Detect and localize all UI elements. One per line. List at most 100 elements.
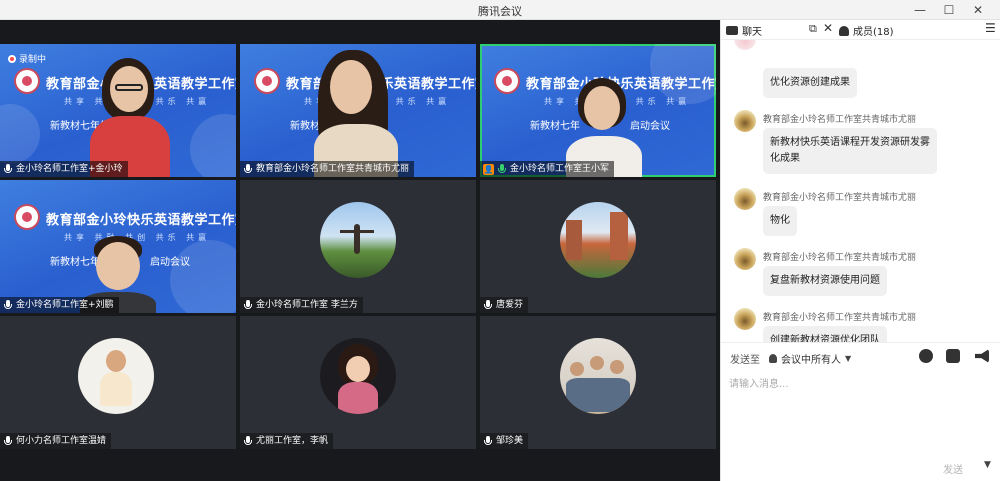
message-bubble: 新教材快乐英语课程开发资源研发雾 化成果 [763,128,937,174]
message-line: 新教材快乐英语课程开发资源研发雾 [770,137,930,148]
banner-subtitle-right: 启动会议 [150,257,190,268]
chat-icon [726,26,738,35]
chat-message-list[interactable]: 优化资源创建成果 教育部金小玲名师工作室共青城市尤丽 新教材快乐英语课程开发资源… [721,40,1000,342]
window-title: 腾讯会议 [478,5,522,18]
participant-avatar [320,338,396,414]
participant-name-tag: 唐爱芬 [480,297,529,313]
sender-avatar [734,308,756,330]
emoji-icon[interactable] [919,349,933,363]
maximize-button[interactable]: ☐ [935,0,963,20]
mic-icon [3,299,13,311]
banner-title: 教育部金小玲快乐英语教学工作室 [46,213,236,228]
participant-name: 金小玲名师工作室+金小玲 [16,164,123,174]
banner-decoration [0,104,40,164]
tab-chat[interactable]: 聊天 [726,23,762,38]
tab-chat-label: 聊天 [742,27,762,38]
video-tile-8[interactable]: 尤丽工作室，李帆 [240,316,476,449]
send-options-chevron-icon[interactable]: ▼ [984,460,991,470]
members-icon [839,25,849,36]
message-bubble: 物化 [763,206,797,236]
minimize-button[interactable]: — [906,0,934,20]
mic-icon [243,299,253,311]
sender-avatar [734,40,756,50]
participant-avatar [78,338,154,414]
message-input[interactable] [727,370,995,460]
video-tile-7[interactable]: 何小力名师工作室温婧 [0,316,236,449]
mic-icon [483,299,493,311]
close-panel-icon[interactable]: ✕ [823,21,833,35]
sender-avatar [734,110,756,132]
participant-name: 尤丽工作室，李帆 [256,436,329,446]
megaphone-icon[interactable] [975,349,989,363]
video-tile-5[interactable]: 金小玲名师工作室 李兰方 [240,180,476,313]
video-grid: 录制中 教育部金小玲快乐英语教学工作室 共享 共融 共创 共乐 共赢 新教材七年… [0,20,720,481]
sender-name: 教育部金小玲名师工作室共青城市尤丽 [763,115,917,125]
close-window-button[interactable]: ✕ [964,0,992,20]
chevron-down-icon: ▼ [845,354,852,363]
video-tile-6[interactable]: 唐爱芬 [480,180,716,313]
send-button[interactable]: 发送 [943,461,963,476]
participant-name-tag: 何小力名师工作室温婧 [0,433,112,449]
sender-name: 教育部金小玲名师工作室共青城市尤丽 [763,193,917,203]
mic-active-icon [497,163,507,175]
video-tile-3[interactable]: 教育部金小玲快乐英语教学工作室 共享 共融 共创 共乐 共赢 新教材七年 启动会… [480,44,716,177]
video-tile-2[interactable]: 教育部金小玲快乐英语教学工作室 共享 共融 共创 共乐 共赢 新教材七 教育部金… [240,44,476,177]
studio-logo-icon [14,68,40,94]
participant-name-tag: 尤丽工作室，李帆 [240,433,334,449]
participant-name: 教育部金小玲名师工作室共青城市尤丽 [256,164,410,174]
message-line: 化成果 [770,153,800,164]
participant-avatar [320,202,396,278]
tab-members-label: 成员(18) [853,27,894,38]
mic-icon [483,435,493,447]
recording-icon [8,54,16,63]
participant-name: 唐爱芬 [496,300,524,310]
participant-name-tag: 金小玲名师工作室+刘鹏 [0,297,119,313]
mic-icon [3,435,13,447]
studio-logo-icon [494,68,520,94]
banner-subtitle: 新教材七年 [530,121,580,132]
popout-icon[interactable]: ⧉ [809,22,817,36]
participant-name: 邹珍美 [496,436,524,446]
sender-avatar [734,248,756,270]
participant-name-tag: 金小玲名师工作室+金小玲 [0,161,128,177]
video-tile-4[interactable]: 教育部金小玲快乐英语教学工作室 共享 共融 共创 共乐 共赢 新教材七年级 启动… [0,180,236,313]
sender-name: 教育部金小玲名师工作室共青城市尤丽 [763,253,917,263]
mic-icon [3,163,13,175]
studio-logo-icon [14,204,40,230]
mic-icon [243,163,253,175]
person-icon [769,354,777,363]
chat-panel: 聊天 ⧉ ✕ 成员(18) ☰ 优化资源创建成果 教育部金小玲名师工作室共青城市… [720,20,1000,481]
recipient-value: 会议中所有人 [781,355,841,366]
message-bubble: 复盘新教材资源使用问题 [763,266,887,296]
message-bubble: 优化资源创建成果 [763,68,857,98]
recording-indicator[interactable]: 录制中 [8,52,46,65]
recording-label: 录制中 [19,55,47,65]
participant-avatar [560,338,636,414]
host-badge-icon: 👤 [483,163,494,175]
send-to-label: 发送至 [730,355,760,366]
studio-logo-icon [254,68,280,94]
message-bubble: 创建新教材资源优化团队 [763,326,887,342]
participant-name: 金小玲名师工作室+刘鹏 [16,300,114,310]
recipient-select[interactable]: 会议中所有人 ▼ [769,351,851,366]
folder-icon[interactable] [946,349,960,363]
banner-decoration [170,240,236,313]
panel-menu-icon[interactable]: ☰ [985,21,996,35]
participant-name: 金小玲名师工作室 李兰方 [256,300,358,310]
sender-avatar [734,188,756,210]
video-tile-9[interactable]: 邹珍美 [480,316,716,449]
banner-subtitle-right: 启动会议 [630,121,670,132]
sender-name: 教育部金小玲名师工作室共青城市尤丽 [763,313,917,323]
participant-name-tag: 👤 金小玲名师工作室王小军 [480,161,615,177]
participant-name: 金小玲名师工作室王小军 [510,164,610,174]
participant-name: 何小力名师工作室温婧 [16,436,107,446]
window-titlebar: 腾讯会议 — ☐ ✕ [0,0,1000,20]
participant-name-tag: 邹珍美 [480,433,529,449]
participant-name-tag: 金小玲名师工作室 李兰方 [240,297,363,313]
banner-decoration [190,114,236,177]
mic-icon [243,435,253,447]
tab-members[interactable]: 成员(18) [839,23,894,38]
panel-header: 聊天 ⧉ ✕ 成员(18) ☰ [721,20,1000,40]
composer-toolbar: 发送至 会议中所有人 ▼ [721,342,1000,370]
participant-name-tag: 教育部金小玲名师工作室共青城市尤丽 [240,161,415,177]
